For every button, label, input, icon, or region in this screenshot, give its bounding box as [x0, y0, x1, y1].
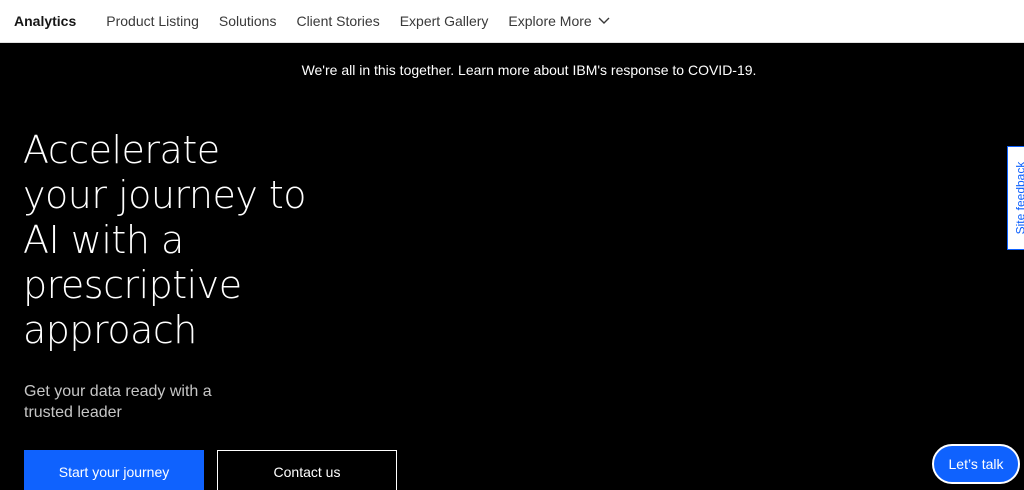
- nav-item-client-stories[interactable]: Client Stories: [286, 0, 389, 42]
- hero-title-line: your journey to: [23, 173, 307, 217]
- nav-brand[interactable]: Analytics: [0, 13, 96, 29]
- lets-talk-button[interactable]: Let’s talk: [932, 444, 1020, 484]
- hero-title-line: approach: [23, 308, 197, 352]
- nav-item-solutions[interactable]: Solutions: [209, 0, 287, 42]
- nav-item-explore-more[interactable]: Explore More: [498, 0, 619, 42]
- chevron-down-icon: [598, 17, 610, 25]
- contact-us-button[interactable]: Contact us: [217, 450, 397, 490]
- nav-item-product-listing[interactable]: Product Listing: [96, 0, 209, 42]
- covid-banner-link[interactable]: We're all in this together. Learn more a…: [0, 62, 1024, 78]
- hero-title-line: AI with a: [23, 218, 184, 262]
- nav-item-expert-gallery[interactable]: Expert Gallery: [390, 0, 499, 42]
- site-feedback-label: Site feedback: [1013, 161, 1024, 235]
- start-your-journey-button[interactable]: Start your journey: [24, 450, 204, 490]
- nav-item-explore-more-label: Explore More: [508, 13, 592, 29]
- site-feedback-tab[interactable]: Site feedback: [1007, 146, 1024, 250]
- top-navigation: Analytics Product Listing Solutions Clie…: [0, 0, 1024, 43]
- hero-title: Accelerate your journey to AI with a pre…: [23, 128, 323, 353]
- hero-title-line: Accelerate: [23, 128, 220, 172]
- hero-subtitle: Get your data ready with a trusted leade…: [24, 383, 212, 421]
- hero-title-line: prescriptive: [23, 263, 242, 307]
